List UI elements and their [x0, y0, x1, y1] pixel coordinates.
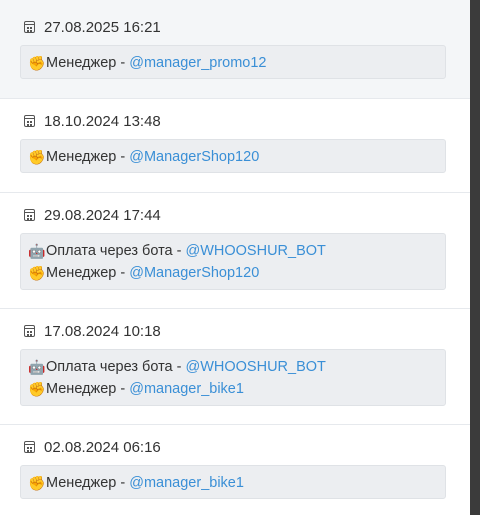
entry-date-row: 18.10.2024 13:48	[24, 112, 161, 130]
fist-icon: ✊	[28, 149, 46, 165]
telegram-handle-link[interactable]: @WHOOSHUR_BOT	[186, 356, 326, 378]
entry-message-box: 🤖 Оплата через бота - @WHOOSHUR_BOT ✊ Ме…	[20, 233, 446, 290]
history-entry: 02.08.2024 06:16 ✊ Менеджер - @manager_b…	[0, 425, 470, 515]
telegram-handle-link[interactable]: @ManagerShop120	[129, 146, 259, 168]
role-label: Оплата через бота -	[46, 359, 182, 375]
telegram-handle-link[interactable]: @manager_bike1	[129, 472, 244, 494]
entry-date-row: 02.08.2024 06:16	[24, 438, 161, 456]
history-entry: 18.10.2024 13:48 ✊ Менеджер - @ManagerSh…	[0, 99, 470, 193]
telegram-handle-link[interactable]: @WHOOSHUR_BOT	[186, 240, 326, 262]
fist-icon: ✊	[28, 381, 46, 397]
history-entry: 29.08.2024 17:44 🤖 Оплата через бота - @…	[0, 193, 470, 309]
message-line: ✊ Менеджер - @ManagerShop120	[28, 146, 438, 168]
entry-date: 29.08.2024 17:44	[44, 206, 161, 224]
message-line: 🤖 Оплата через бота - @WHOOSHUR_BOT	[28, 240, 438, 262]
role-label: Менеджер -	[46, 149, 126, 165]
entry-date-row: 29.08.2024 17:44	[24, 206, 161, 224]
fist-icon: ✊	[28, 475, 46, 491]
background-overlay-edge	[470, 0, 480, 515]
telegram-handle-link[interactable]: @ManagerShop120	[129, 262, 259, 284]
entry-message-box: ✊ Менеджер - @manager_bike1	[20, 465, 446, 499]
message-line: ✊ Менеджер - @manager_bike1	[28, 472, 438, 494]
entry-message-box: ✊ Менеджер - @ManagerShop120	[20, 139, 446, 173]
fist-icon: ✊	[28, 55, 46, 71]
role-label: Менеджер -	[46, 381, 126, 397]
calendar-icon	[24, 441, 35, 453]
message-line: 🤖 Оплата через бота - @WHOOSHUR_BOT	[28, 356, 438, 378]
entry-message-box: ✊ Менеджер - @manager_promo12	[20, 45, 446, 79]
entry-date: 17.08.2024 10:18	[44, 322, 161, 340]
message-line: ✊ Менеджер - @manager_bike1	[28, 378, 438, 400]
entry-message-box: 🤖 Оплата через бота - @WHOOSHUR_BOT ✊ Ме…	[20, 349, 446, 406]
fist-icon: ✊	[28, 265, 46, 281]
history-entry: 17.08.2024 10:18 🤖 Оплата через бота - @…	[0, 309, 470, 425]
history-panel: 27.08.2025 16:21 ✊ Менеджер - @manager_p…	[0, 0, 470, 515]
message-line: ✊ Менеджер - @manager_promo12	[28, 52, 438, 74]
robot-icon: 🤖	[28, 243, 46, 259]
role-label: Менеджер -	[46, 265, 126, 281]
telegram-handle-link[interactable]: @manager_promo12	[129, 52, 266, 74]
entry-date: 18.10.2024 13:48	[44, 112, 161, 130]
entry-date: 02.08.2024 06:16	[44, 438, 161, 456]
calendar-icon	[24, 21, 35, 33]
entry-date-row: 27.08.2025 16:21	[24, 18, 161, 36]
calendar-icon	[24, 209, 35, 221]
calendar-icon	[24, 325, 35, 337]
entry-date-row: 17.08.2024 10:18	[24, 322, 161, 340]
message-line: ✊ Менеджер - @ManagerShop120	[28, 262, 438, 284]
history-entry: 27.08.2025 16:21 ✊ Менеджер - @manager_p…	[0, 0, 470, 99]
calendar-icon	[24, 115, 35, 127]
entry-date: 27.08.2025 16:21	[44, 18, 161, 36]
telegram-handle-link[interactable]: @manager_bike1	[129, 378, 244, 400]
role-label: Менеджер -	[46, 55, 126, 71]
robot-icon: 🤖	[28, 359, 46, 375]
role-label: Менеджер -	[46, 475, 126, 491]
role-label: Оплата через бота -	[46, 243, 182, 259]
